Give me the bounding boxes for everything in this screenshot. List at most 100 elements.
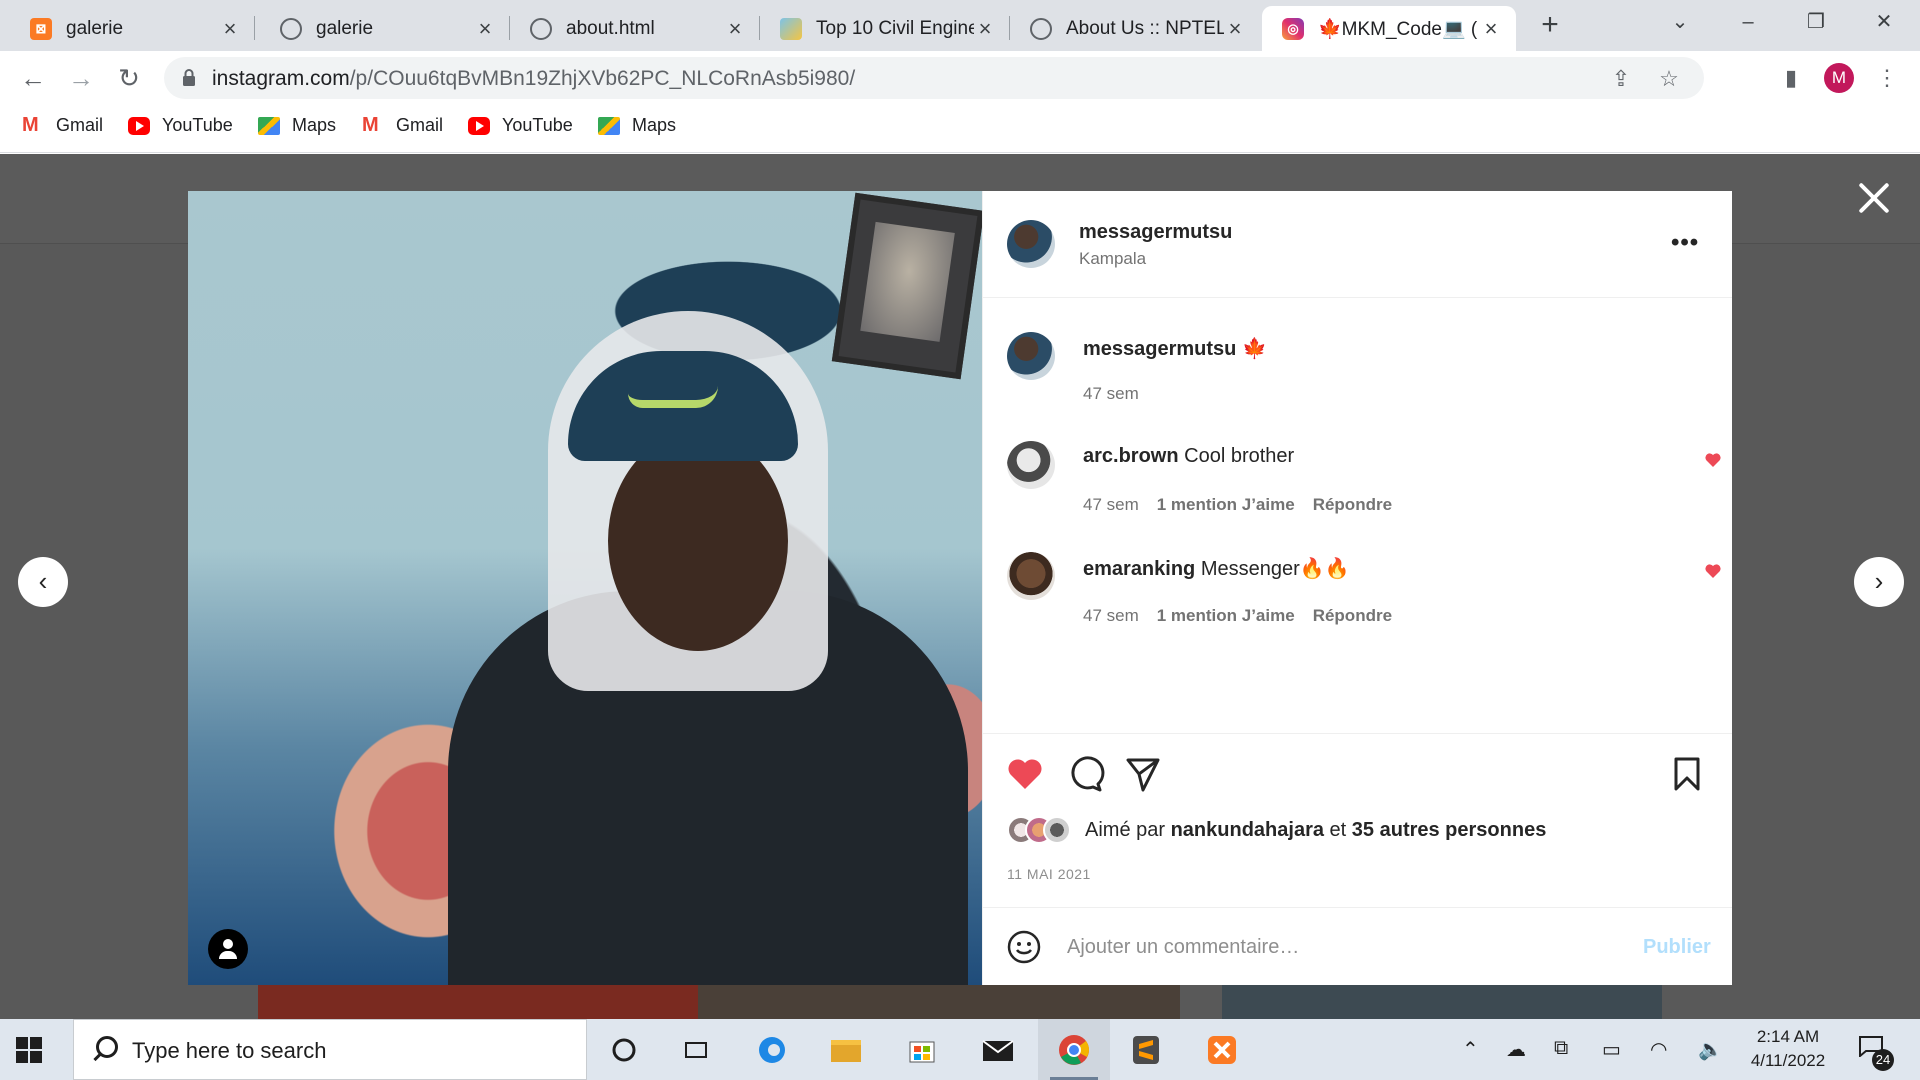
- reply-button[interactable]: Répondre: [1313, 495, 1392, 514]
- tab-title: galerie: [316, 17, 374, 39]
- likes-others-count[interactable]: 35 autres personnes: [1352, 819, 1547, 841]
- tab-close-icon[interactable]: ×: [974, 16, 996, 42]
- comment-username[interactable]: emaranking: [1083, 558, 1195, 580]
- tab-galerie-1[interactable]: ⊠ galerie ×: [10, 6, 255, 51]
- next-post-button[interactable]: ›: [1854, 557, 1904, 607]
- comment-like-heart-icon[interactable]: [1705, 453, 1721, 467]
- search-placeholder: Type here to search: [132, 1038, 327, 1063]
- back-button[interactable]: ←: [16, 61, 50, 95]
- minimize-button[interactable]: –: [1720, 0, 1776, 45]
- comment-likes-count[interactable]: 1 mention J’aime: [1157, 495, 1295, 514]
- bookmark-youtube[interactable]: YouTube: [128, 115, 233, 136]
- tab-instagram[interactable]: ◎ 🍁MKM_Code💻 ( ×: [1262, 6, 1516, 51]
- author-avatar[interactable]: [1007, 220, 1055, 268]
- save-bookmark-icon[interactable]: [1667, 754, 1707, 794]
- post-date: 11 MAI 2021: [1007, 866, 1091, 882]
- forward-button[interactable]: →: [64, 61, 98, 95]
- likes-text[interactable]: Aimé par nankundahajara et 35 autres per…: [1085, 819, 1546, 842]
- sublime-text-icon[interactable]: [1110, 1019, 1182, 1080]
- close-window-button[interactable]: ✕: [1856, 0, 1912, 45]
- bookmark-star-icon[interactable]: ☆: [1656, 66, 1682, 92]
- comment-like-heart-icon[interactable]: [1705, 564, 1721, 578]
- tagged-user-icon[interactable]: [208, 929, 248, 969]
- youtube-icon: [468, 116, 490, 135]
- more-options-icon[interactable]: •••: [1671, 229, 1699, 257]
- address-bar[interactable]: instagram.com/p/COuu6tqBvMBn19ZhjXVb62PC…: [164, 57, 1704, 99]
- tab-nptel[interactable]: About Us :: NPTEL ×: [1010, 6, 1260, 51]
- side-panel-icon[interactable]: ▮: [1776, 63, 1806, 93]
- comment-bubble-icon[interactable]: [1065, 754, 1105, 794]
- post-photo[interactable]: [188, 191, 982, 985]
- caption-username[interactable]: messagermutsu: [1083, 338, 1236, 360]
- globe-icon: [280, 17, 302, 40]
- grid-thumbnail: [1222, 984, 1662, 1019]
- volume-icon[interactable]: 🔈: [1698, 1037, 1723, 1062]
- previous-post-button[interactable]: ‹: [18, 557, 68, 607]
- bookmark-maps[interactable]: Maps: [598, 115, 676, 136]
- bookmark-label: YouTube: [162, 115, 233, 135]
- liked-by-username[interactable]: nankundahajara: [1171, 819, 1324, 841]
- task-view-icon[interactable]: [660, 1019, 732, 1080]
- clock-time: 2:14 AM: [1756, 1027, 1820, 1046]
- file-explorer-icon[interactable]: [810, 1019, 882, 1080]
- post-location[interactable]: Kampala: [1079, 249, 1146, 269]
- tab-title: About Us :: NPTEL: [1066, 17, 1224, 39]
- onedrive-cloud-icon[interactable]: ☁: [1506, 1037, 1526, 1062]
- tab-civil-engineering[interactable]: Top 10 Civil Engine ×: [760, 6, 1010, 51]
- comment-likes-count[interactable]: 1 mention J’aime: [1157, 606, 1295, 625]
- like-heart-icon[interactable]: [1005, 754, 1045, 794]
- tab-close-icon[interactable]: ×: [1224, 16, 1246, 42]
- show-hidden-icons-chevron[interactable]: ⌃: [1462, 1037, 1479, 1062]
- publish-button[interactable]: Publier: [1643, 936, 1711, 959]
- screen-share-icon[interactable]: ⧉: [1554, 1037, 1568, 1060]
- taskbar-search-box[interactable]: Type here to search: [73, 1019, 587, 1080]
- search-icon: [96, 1036, 118, 1058]
- bookmark-maps[interactable]: Maps: [258, 115, 336, 136]
- tab-search-icon[interactable]: ⌄: [1652, 0, 1708, 45]
- instagram-page-backdrop[interactable]: ‹ › messagermutsu Kampala ••• messagermu…: [0, 154, 1920, 1019]
- comment-avatar[interactable]: [1007, 552, 1055, 600]
- caption-author-avatar[interactable]: [1007, 332, 1055, 380]
- bookmark-label: Maps: [292, 115, 337, 135]
- tab-close-icon[interactable]: ×: [474, 16, 496, 42]
- system-clock[interactable]: 2:14 AM 4/11/2022: [1740, 1025, 1836, 1073]
- xampp-taskbar-icon[interactable]: [1186, 1019, 1258, 1080]
- chrome-taskbar-icon[interactable]: [1038, 1019, 1110, 1080]
- comment-meta: 47 sem 1 mention J’aime Répondre: [1083, 606, 1392, 626]
- tab-title: galerie: [66, 17, 124, 39]
- menu-kebab-icon[interactable]: ⋮: [1872, 63, 1902, 93]
- comment-avatar[interactable]: [1007, 441, 1055, 489]
- comment-username[interactable]: arc.brown: [1083, 445, 1179, 467]
- author-username[interactable]: messagermutsu: [1079, 221, 1232, 244]
- mail-icon[interactable]: [962, 1019, 1034, 1080]
- tab-close-icon[interactable]: ×: [1480, 16, 1502, 42]
- new-tab-button[interactable]: +: [1530, 6, 1570, 46]
- comment-input[interactable]: [1067, 930, 1627, 964]
- battery-icon[interactable]: ▭: [1602, 1037, 1621, 1062]
- reload-button[interactable]: ↻: [112, 61, 146, 95]
- microsoft-store-icon[interactable]: [886, 1019, 958, 1080]
- wall-painting: [831, 192, 982, 380]
- tab-close-icon[interactable]: ×: [219, 16, 241, 42]
- edge-browser-icon[interactable]: [736, 1019, 808, 1080]
- bookmark-gmail[interactable]: Gmail: [22, 114, 103, 137]
- reply-button[interactable]: Répondre: [1313, 606, 1392, 625]
- restore-button[interactable]: ❐: [1788, 0, 1844, 45]
- windows-start-icon[interactable]: [16, 1037, 42, 1063]
- share-icon[interactable]: ⇪: [1608, 66, 1634, 92]
- profile-avatar[interactable]: M: [1824, 63, 1854, 93]
- xampp-icon: ⊠: [30, 17, 52, 40]
- share-paper-plane-icon[interactable]: [1123, 754, 1163, 794]
- close-modal-icon[interactable]: [1854, 178, 1894, 218]
- bookmark-label: Maps: [632, 115, 677, 135]
- wifi-icon[interactable]: ◠: [1650, 1037, 1667, 1062]
- notification-center-icon[interactable]: 24: [1858, 1035, 1894, 1071]
- emoji-icon[interactable]: [1007, 930, 1041, 964]
- bookmark-gmail[interactable]: Gmail: [362, 114, 443, 137]
- cortana-icon[interactable]: [588, 1019, 660, 1080]
- tab-galerie-2[interactable]: galerie ×: [260, 6, 510, 51]
- tab-about-html[interactable]: about.html ×: [510, 6, 760, 51]
- bookmarks-bar: Gmail YouTube Maps Gmail YouTube Maps: [0, 105, 1920, 153]
- bookmark-youtube[interactable]: YouTube: [468, 115, 573, 136]
- tab-close-icon[interactable]: ×: [724, 16, 746, 42]
